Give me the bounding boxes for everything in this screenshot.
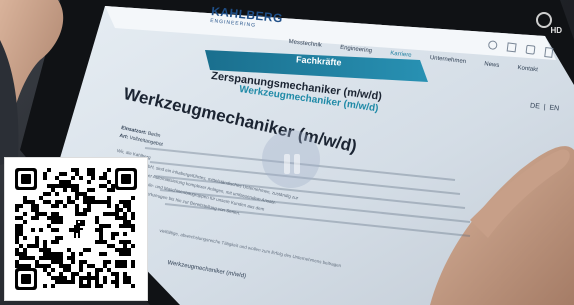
qr-module bbox=[91, 176, 95, 180]
qr-module bbox=[131, 196, 135, 200]
qr-module bbox=[23, 220, 27, 224]
qr-module bbox=[107, 204, 111, 208]
qr-module bbox=[15, 208, 19, 212]
qr-module bbox=[47, 168, 51, 172]
qr-module bbox=[63, 204, 67, 208]
qr-module bbox=[31, 228, 35, 232]
art-label: Art: bbox=[118, 132, 129, 141]
settings-icon[interactable] bbox=[525, 44, 536, 55]
qr-module bbox=[63, 188, 67, 192]
qr-module bbox=[55, 228, 59, 232]
qr-module bbox=[51, 268, 55, 272]
lang-separator: | bbox=[543, 103, 546, 112]
qr-module bbox=[55, 240, 59, 244]
qr-module bbox=[107, 260, 111, 264]
qr-module bbox=[107, 224, 111, 228]
lang-de[interactable]: DE bbox=[530, 102, 540, 110]
qr-module bbox=[79, 176, 83, 180]
pause-icon bbox=[278, 150, 306, 178]
qr-finder bbox=[15, 268, 37, 290]
nav-item-karriere[interactable]: Karriere bbox=[390, 51, 412, 59]
qr-module bbox=[87, 284, 91, 288]
nav-item-kontakt[interactable]: Kontakt bbox=[517, 65, 538, 73]
nav-item-messtechnik[interactable]: Messtechnik bbox=[288, 39, 322, 49]
qr-module bbox=[131, 244, 135, 248]
share-icon[interactable] bbox=[487, 40, 498, 51]
qr-module bbox=[91, 188, 95, 192]
qr-module bbox=[19, 204, 23, 208]
qr-module bbox=[71, 176, 75, 180]
grid-icon[interactable] bbox=[506, 42, 517, 53]
qr-module bbox=[131, 228, 135, 232]
qr-module bbox=[87, 208, 91, 212]
qr-module bbox=[59, 220, 63, 224]
qr-finder bbox=[15, 168, 37, 190]
nav-item-engineering[interactable]: Engineering bbox=[340, 45, 373, 55]
qr-module bbox=[55, 204, 59, 208]
qr-module bbox=[27, 264, 31, 268]
qr-module bbox=[47, 192, 51, 196]
qr-module bbox=[23, 212, 27, 216]
qr-module bbox=[23, 236, 27, 240]
qr-module bbox=[59, 236, 63, 240]
nav-item-news[interactable]: News bbox=[484, 61, 500, 69]
hd-badge: HD bbox=[550, 26, 562, 35]
qr-module bbox=[71, 280, 75, 284]
nav-item-unternehmen[interactable]: Unternehmen bbox=[429, 55, 466, 65]
qr-module bbox=[127, 252, 131, 256]
qr-pattern bbox=[15, 168, 137, 290]
photo-frame: KAHLBERG ENGINEERING Messtechnik Enginee… bbox=[0, 0, 574, 305]
qr-module bbox=[83, 212, 87, 216]
qr-module bbox=[43, 176, 47, 180]
qr-module bbox=[43, 284, 47, 288]
qr-module bbox=[99, 284, 103, 288]
qr-module bbox=[131, 264, 135, 268]
qr-module bbox=[75, 196, 79, 200]
bookmark-icon[interactable] bbox=[544, 47, 554, 58]
qr-module bbox=[55, 192, 59, 196]
qr-module bbox=[39, 228, 43, 232]
qr-module bbox=[103, 280, 107, 284]
qr-module bbox=[115, 232, 119, 236]
qr-module bbox=[123, 232, 127, 236]
qr-module bbox=[131, 216, 135, 220]
qr-module bbox=[103, 252, 107, 256]
qr-module bbox=[71, 260, 75, 264]
qr-module bbox=[79, 268, 83, 272]
qr-module bbox=[111, 236, 115, 240]
qr-module bbox=[123, 264, 127, 268]
qr-module bbox=[79, 252, 83, 256]
lang-en[interactable]: EN bbox=[549, 105, 559, 113]
qr-finder bbox=[115, 168, 137, 190]
dinosaur-icon bbox=[69, 220, 85, 238]
qr-module bbox=[99, 268, 103, 272]
qr-module bbox=[35, 216, 39, 220]
qr-module bbox=[111, 188, 115, 192]
qr-module bbox=[87, 180, 91, 184]
qr-module bbox=[131, 284, 135, 288]
qr-module bbox=[107, 168, 111, 172]
qr-module bbox=[115, 284, 119, 288]
qr-module bbox=[51, 284, 55, 288]
qr-module bbox=[87, 248, 91, 252]
qr-code[interactable] bbox=[5, 158, 147, 300]
qr-module bbox=[63, 172, 67, 176]
